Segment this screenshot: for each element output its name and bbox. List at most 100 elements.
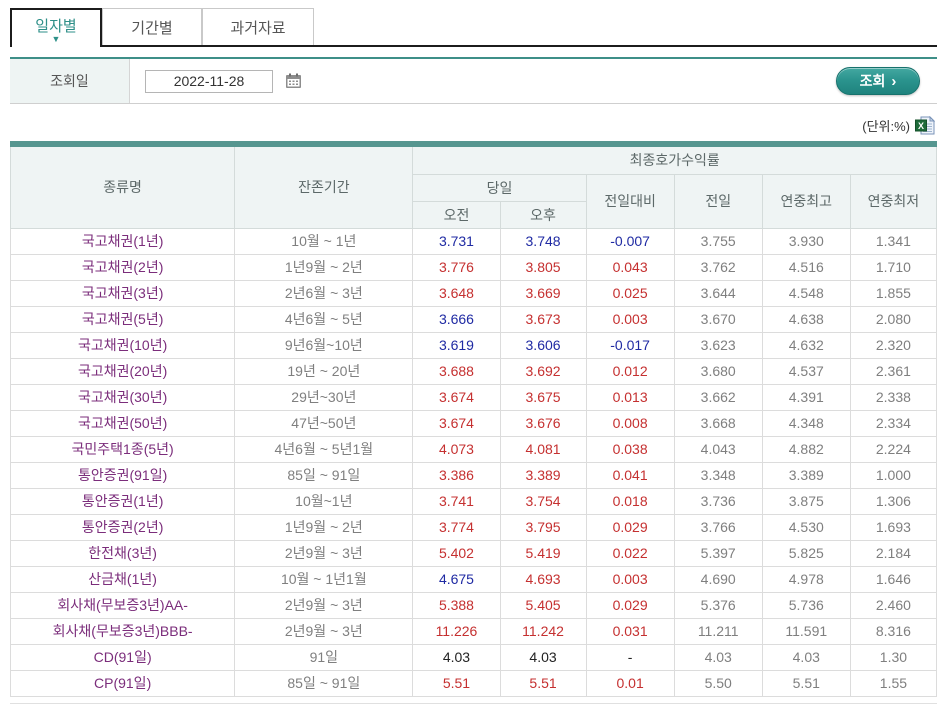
yield-pm-cell: 3.692 [500,358,586,384]
change-cell: 0.041 [586,462,674,488]
change-cell: 0.018 [586,488,674,514]
year-low-cell: 1.341 [850,228,936,254]
table-row: CD(91일) 91일 4.03 4.03 - 4.03 4.03 1.30 [11,644,937,670]
prev-day-cell: 3.623 [674,332,762,358]
bond-name-cell: 국고채권(30년) [11,384,235,410]
table-row: CP(91일) 85일 ~ 91일 5.51 5.51 0.01 5.50 5.… [11,670,937,696]
table-row: 통안증권(91일) 85일 ~ 91일 3.386 3.389 0.041 3.… [11,462,937,488]
bond-name-cell: 회사채(무보증3년)BBB- [11,618,235,644]
year-high-cell: 4.882 [762,436,850,462]
year-high-cell: 4.530 [762,514,850,540]
year-low-cell: 2.184 [850,540,936,566]
bond-name-cell: 통안증권(2년) [11,514,235,540]
yield-pm-cell: 3.669 [500,280,586,306]
yield-am-cell: 5.51 [413,670,500,696]
year-low-cell: 2.338 [850,384,936,410]
header-am: 오전 [413,201,500,228]
table-body: 국고채권(1년) 10월 ~ 1년 3.731 3.748 -0.007 3.7… [11,228,937,696]
change-cell: 0.008 [586,410,674,436]
yield-am-cell: 3.774 [413,514,500,540]
yield-table: 종류명 잔존기간 최종호가수익률 당일 전일대비 전일 연중최고 연중최저 오전… [10,147,937,697]
yield-am-cell: 3.674 [413,384,500,410]
year-high-cell: 4.548 [762,280,850,306]
prev-day-cell: 5.376 [674,592,762,618]
bond-name-cell: 국고채권(1년) [11,228,235,254]
header-year-high: 연중최고 [762,174,850,228]
bond-name-cell: 국고채권(10년) [11,332,235,358]
table-row: 국고채권(1년) 10월 ~ 1년 3.731 3.748 -0.007 3.7… [11,228,937,254]
header-prev-day: 전일 [674,174,762,228]
year-high-cell: 5.51 [762,670,850,696]
year-low-cell: 1.55 [850,670,936,696]
svg-text:X: X [918,121,924,131]
header-final-yield-group: 최종호가수익률 [413,147,937,174]
yield-am-cell: 4.073 [413,436,500,462]
yield-am-cell: 3.674 [413,410,500,436]
table-row: 국고채권(3년) 2년6월 ~ 3년 3.648 3.669 0.025 3.6… [11,280,937,306]
year-high-cell: 4.516 [762,254,850,280]
change-cell: 0.025 [586,280,674,306]
yield-pm-cell: 4.693 [500,566,586,592]
tab-period[interactable]: 기간별 [102,8,202,45]
maturity-cell: 9년6월~10년 [235,332,413,358]
prev-day-cell: 5.397 [674,540,762,566]
search-button[interactable]: 조회 › [836,67,920,95]
table-row: 국고채권(50년) 47년~50년 3.674 3.676 0.008 3.66… [11,410,937,436]
year-low-cell: 2.080 [850,306,936,332]
bond-name-cell: 통안증권(91일) [11,462,235,488]
maturity-cell: 4년6월 ~ 5년 [235,306,413,332]
year-high-cell: 11.591 [762,618,850,644]
table-row: 국고채권(10년) 9년6월~10년 3.619 3.606 -0.017 3.… [11,332,937,358]
year-low-cell: 2.361 [850,358,936,384]
header-today: 당일 [413,174,586,201]
yield-am-cell: 3.386 [413,462,500,488]
tab-period-label: 기간별 [131,17,172,38]
maturity-cell: 1년9월 ~ 2년 [235,514,413,540]
change-cell: 0.031 [586,618,674,644]
yield-pm-cell: 3.795 [500,514,586,540]
yield-am-cell: 3.776 [413,254,500,280]
calendar-icon[interactable] [285,73,303,90]
bond-name-cell: 국민주택1종(5년) [11,436,235,462]
prev-day-cell: 11.211 [674,618,762,644]
search-bar: 조회일 조회 › [10,57,937,104]
year-low-cell: 2.460 [850,592,936,618]
header-bond-type: 종류명 [11,147,235,228]
yield-pm-cell: 3.748 [500,228,586,254]
search-button-label: 조회 [860,71,886,91]
yield-pm-cell: 3.673 [500,306,586,332]
table-row: 회사채(무보증3년)BBB- 2년9월 ~ 3년 11.226 11.242 0… [11,618,937,644]
bottom-divider [10,703,937,704]
change-cell: 0.022 [586,540,674,566]
bond-name-cell: 한전채(3년) [11,540,235,566]
maturity-cell: 91일 [235,644,413,670]
prev-day-cell: 3.644 [674,280,762,306]
tab-daily[interactable]: 일자별 ▼ [10,8,102,47]
excel-export-icon[interactable]: X [915,116,935,135]
prev-day-cell: 3.348 [674,462,762,488]
year-low-cell: 2.224 [850,436,936,462]
date-input[interactable] [145,70,273,93]
search-field-area [130,59,836,103]
yield-am-cell: 11.226 [413,618,500,644]
year-high-cell: 3.389 [762,462,850,488]
yield-pm-cell: 4.03 [500,644,586,670]
year-high-cell: 3.875 [762,488,850,514]
maturity-cell: 2년6월 ~ 3년 [235,280,413,306]
change-cell: 0.043 [586,254,674,280]
unit-label: (단위:%) [862,116,910,135]
year-high-cell: 4.348 [762,410,850,436]
yield-am-cell: 5.388 [413,592,500,618]
yield-pm-cell: 4.081 [500,436,586,462]
bond-name-cell: 통안증권(1년) [11,488,235,514]
bond-name-cell: CD(91일) [11,644,235,670]
year-low-cell: 2.320 [850,332,936,358]
bond-name-cell: 국고채권(3년) [11,280,235,306]
yield-am-cell: 3.648 [413,280,500,306]
year-high-cell: 4.638 [762,306,850,332]
change-cell: 0.003 [586,306,674,332]
prev-day-cell: 4.03 [674,644,762,670]
yield-pm-cell: 3.754 [500,488,586,514]
yield-am-cell: 5.402 [413,540,500,566]
tab-history[interactable]: 과거자료 [202,8,314,45]
